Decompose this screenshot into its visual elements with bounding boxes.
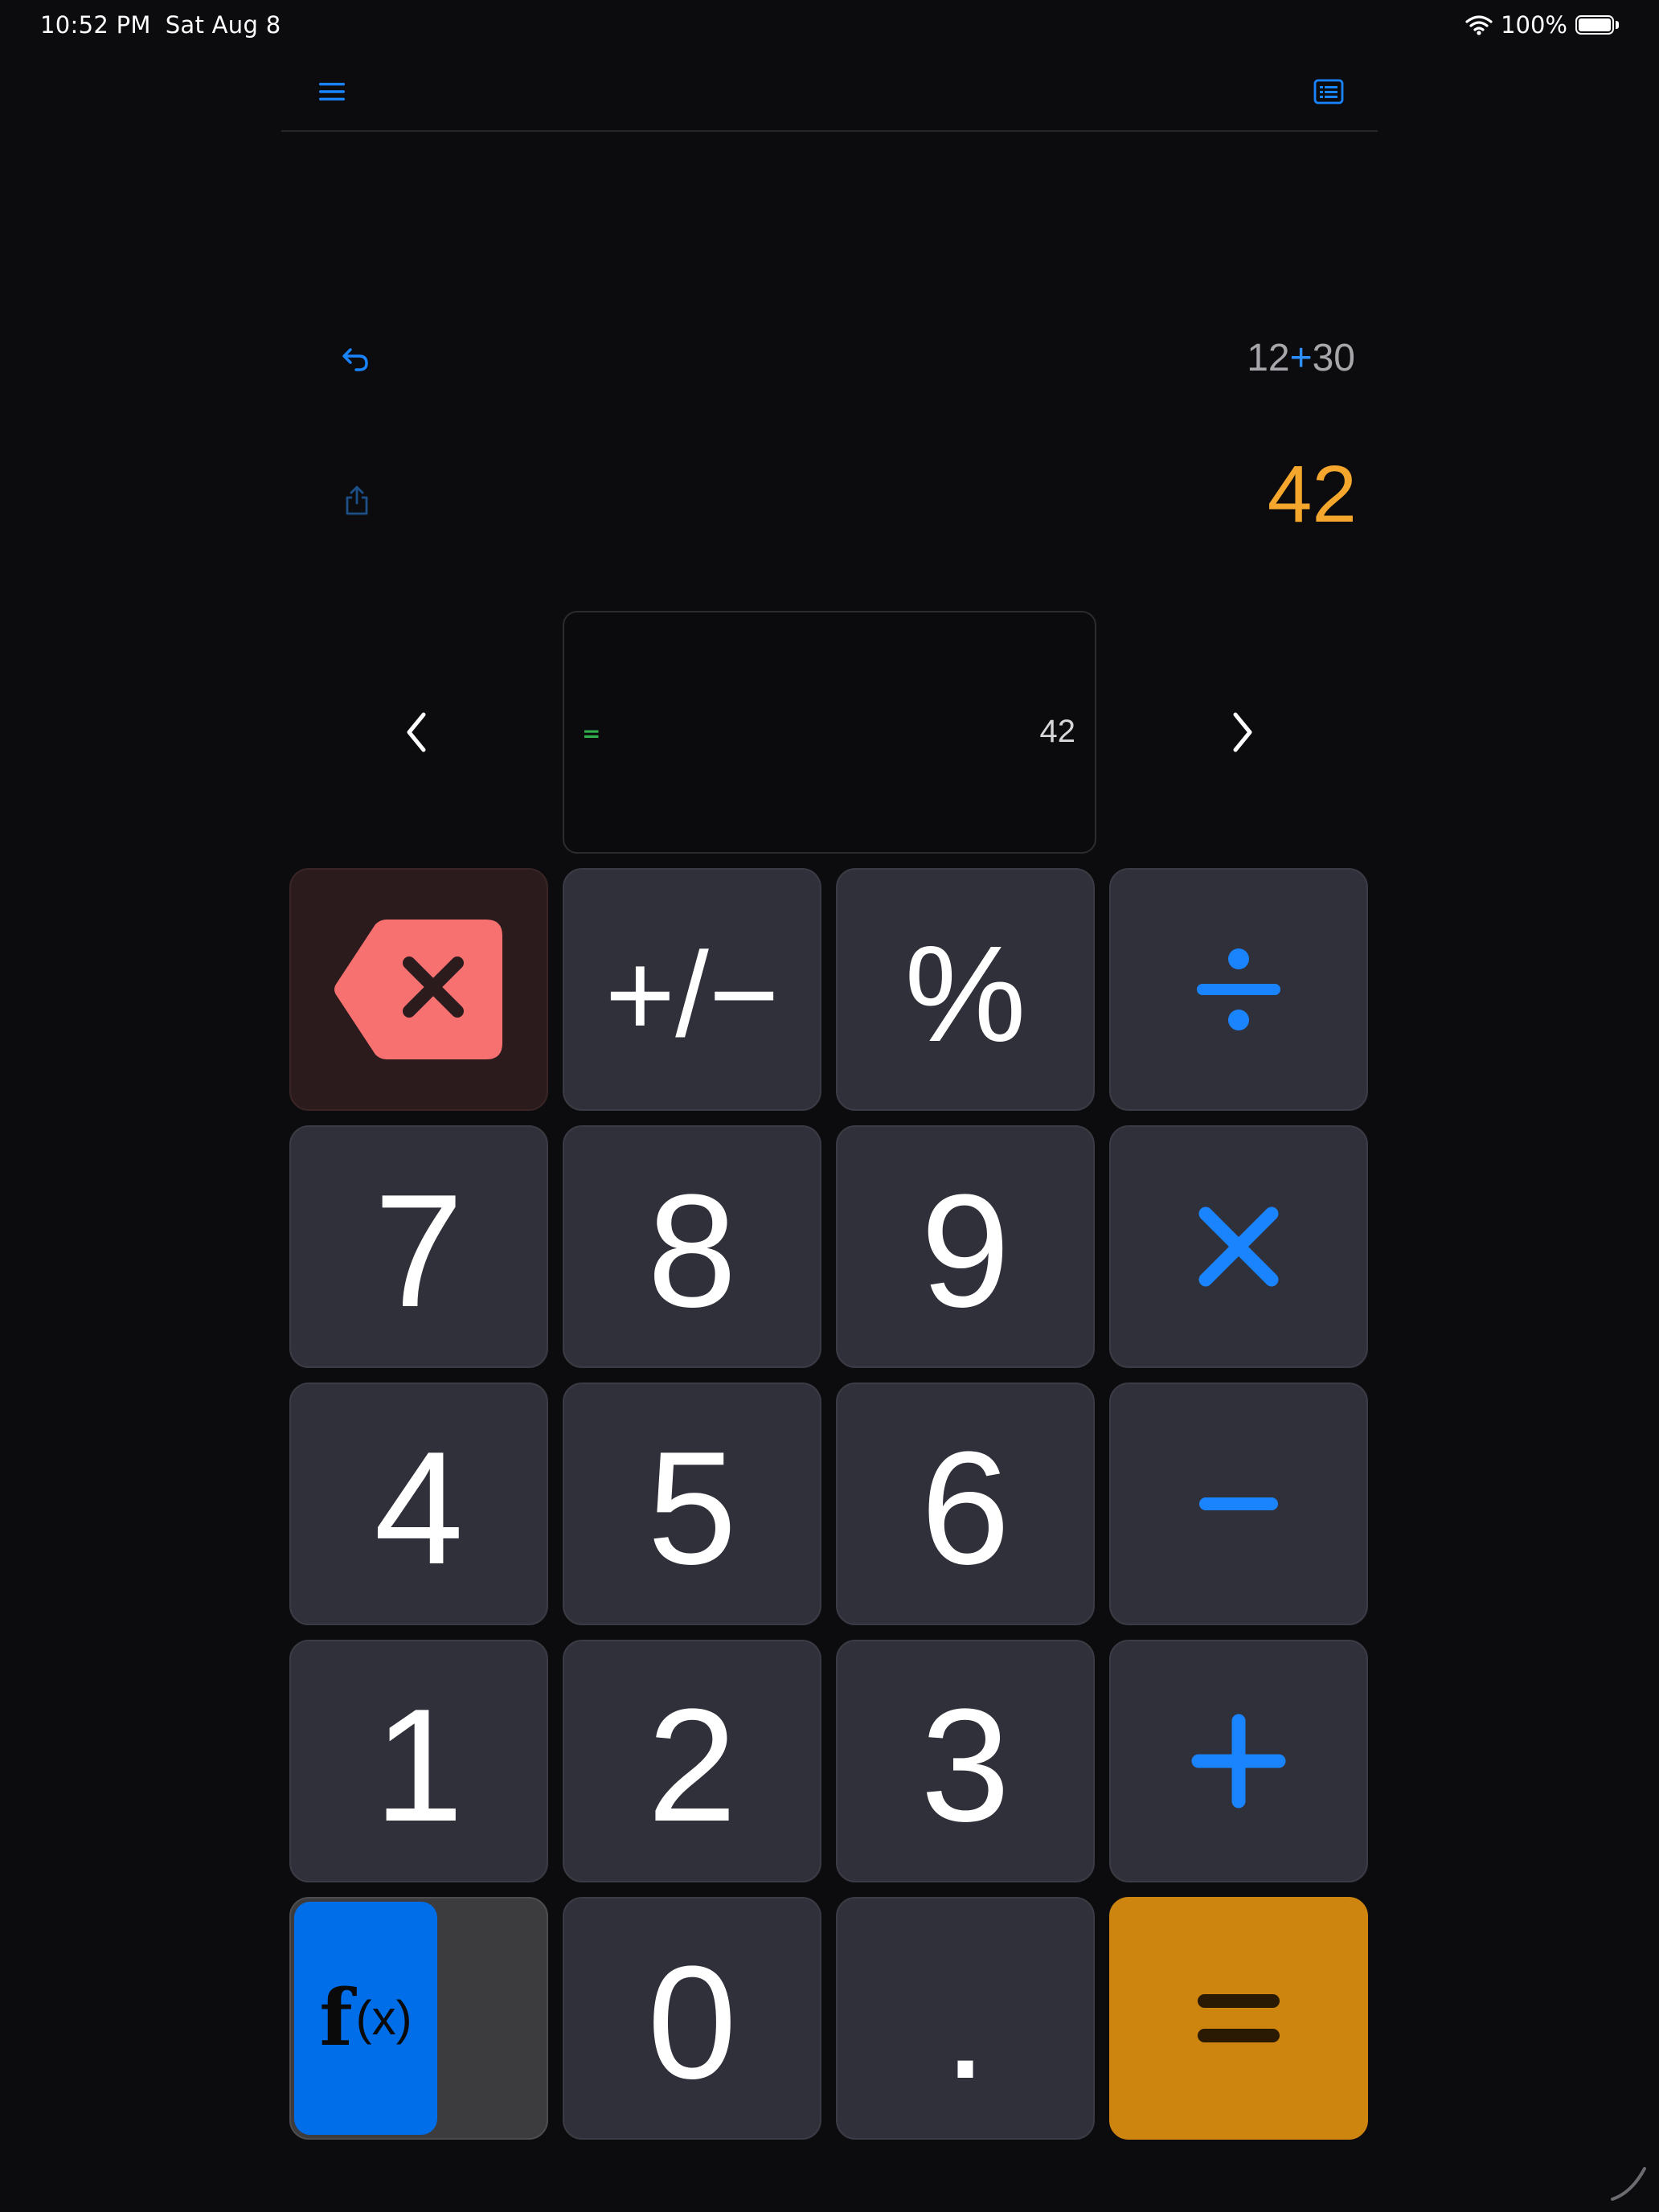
- digit-0-button[interactable]: 0: [563, 1897, 821, 2140]
- digit-4-button[interactable]: 4: [289, 1382, 548, 1625]
- multiply-button[interactable]: [1109, 1125, 1368, 1368]
- plus-icon: [1191, 1714, 1286, 1809]
- battery-nub: [1616, 21, 1619, 29]
- plus-minus-button[interactable]: +/−: [563, 868, 821, 1111]
- digit-4-label: 4: [374, 1419, 464, 1598]
- status-bar-right: 100%: [1465, 11, 1619, 39]
- undo-icon[interactable]: [338, 341, 373, 376]
- backspace-button[interactable]: [289, 868, 548, 1111]
- chevron-right-icon[interactable]: [1223, 707, 1262, 757]
- digit-5-button[interactable]: 5: [563, 1382, 821, 1625]
- digit-8-button[interactable]: 8: [563, 1125, 821, 1368]
- digit-6-label: 6: [920, 1419, 1010, 1598]
- backspace-icon: [334, 920, 502, 1059]
- expression-operator: +: [1289, 337, 1313, 379]
- function-toggle[interactable]: f (x): [289, 1897, 548, 2140]
- plus-minus-label: +/−: [604, 927, 780, 1062]
- digit-3-button[interactable]: 3: [836, 1640, 1095, 1882]
- chevron-left-icon[interactable]: [397, 707, 436, 757]
- digit-5-label: 5: [647, 1419, 737, 1598]
- digit-1-label: 1: [374, 1676, 464, 1855]
- history-card[interactable]: [563, 611, 1096, 854]
- divide-button[interactable]: [1109, 868, 1368, 1111]
- history-list-icon[interactable]: [1309, 74, 1349, 109]
- expression: 12+30: [1247, 336, 1355, 380]
- decimal-label: .: [943, 1933, 988, 2112]
- battery-icon: [1575, 15, 1614, 35]
- digit-9-button[interactable]: 9: [836, 1125, 1095, 1368]
- digit-0-label: 0: [647, 1933, 737, 2112]
- fx-x-label: (x): [355, 1991, 412, 2045]
- digit-2-button[interactable]: 2: [563, 1640, 821, 1882]
- wifi-icon: [1465, 15, 1493, 35]
- digit-6-button[interactable]: 6: [836, 1382, 1095, 1625]
- expression-left: 12: [1247, 337, 1290, 379]
- minus-button[interactable]: [1109, 1382, 1368, 1625]
- percent-button[interactable]: %: [836, 868, 1095, 1111]
- digit-2-label: 2: [647, 1676, 737, 1855]
- corner-gesture-indicator: [1611, 2167, 1646, 2201]
- plus-button[interactable]: [1109, 1640, 1368, 1882]
- multiply-icon: [1198, 1206, 1279, 1287]
- fx-f-label: f: [319, 1972, 353, 2063]
- equals-button[interactable]: [1109, 1897, 1368, 2140]
- status-bar-left: 10:52 PM Sat Aug 8: [40, 11, 281, 39]
- digit-7-button[interactable]: 7: [289, 1125, 548, 1368]
- digit-8-label: 8: [647, 1161, 737, 1341]
- toolbar-divider: [281, 130, 1378, 132]
- result[interactable]: 42: [1268, 449, 1357, 541]
- digit-7-label: 7: [374, 1161, 464, 1341]
- expression-right: 30: [1312, 337, 1355, 379]
- minus-icon: [1199, 1497, 1278, 1510]
- divide-icon: [1197, 948, 1280, 1030]
- status-time: 10:52 PM: [40, 11, 151, 39]
- function-button[interactable]: f (x): [294, 1902, 437, 2135]
- digit-3-label: 3: [920, 1676, 1010, 1855]
- history-equals-symbol: =: [582, 720, 601, 747]
- digit-1-button[interactable]: 1: [289, 1640, 548, 1882]
- hamburger-menu-icon[interactable]: [312, 74, 352, 109]
- battery-percent: 100%: [1501, 11, 1567, 39]
- status-date: Sat Aug 8: [165, 11, 281, 39]
- history-value: 42: [1039, 714, 1076, 749]
- digit-9-label: 9: [920, 1161, 1010, 1341]
- decimal-button[interactable]: .: [836, 1897, 1095, 2140]
- share-icon[interactable]: [339, 481, 375, 519]
- percent-label: %: [904, 918, 1026, 1071]
- equals-icon: [1198, 1994, 1280, 2042]
